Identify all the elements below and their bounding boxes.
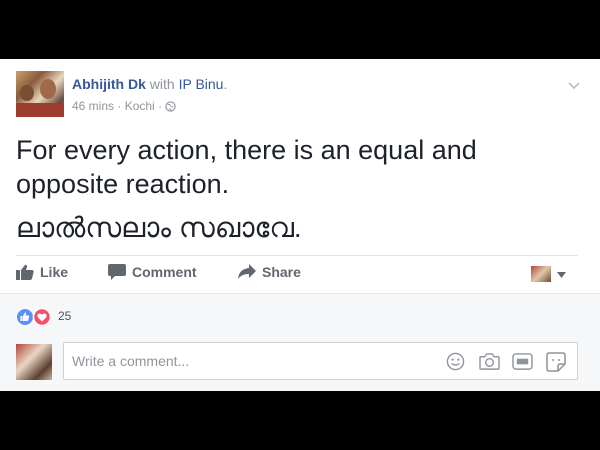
post-meta: 46 mins · Kochi ·	[72, 99, 177, 115]
thumbs-up-icon	[16, 264, 34, 280]
reaction-count[interactable]: 25	[58, 309, 71, 323]
comment-icon	[108, 264, 126, 280]
share-button[interactable]: Share	[238, 264, 301, 280]
author-name[interactable]: Abhijith Dk	[72, 76, 146, 92]
reactions-and-comments: 25	[0, 293, 600, 391]
post-text-line-2: opposite reaction.	[16, 169, 230, 199]
author-avatar[interactable]	[16, 71, 64, 117]
post-as-selector[interactable]	[530, 266, 566, 284]
gif-icon[interactable]	[512, 352, 533, 376]
chevron-down-icon[interactable]	[568, 77, 580, 95]
globe-icon[interactable]	[165, 101, 177, 115]
post-text-line-3: ലാൽസലാം സഖാവേ.	[16, 212, 302, 243]
tagged-user[interactable]: IP Binu	[179, 76, 224, 92]
tagged-suffix: .	[223, 76, 228, 92]
caret-down-icon	[557, 272, 566, 278]
post-card: Abhijith Dk with IP Binu. 46 mins · Koch…	[0, 59, 600, 391]
commenter-avatar	[16, 344, 52, 380]
emoji-icon[interactable]	[446, 352, 465, 376]
with-text: with	[145, 76, 179, 92]
comment-button[interactable]: Comment	[108, 264, 197, 280]
page-avatar	[530, 266, 551, 282]
share-label: Share	[262, 264, 301, 280]
comment-box[interactable]	[63, 342, 578, 380]
post-text-line-1: For every action, there is an equal and	[16, 135, 477, 165]
share-arrow-icon	[238, 264, 256, 279]
meta-separator-1: ·	[114, 99, 125, 113]
comment-label: Comment	[132, 264, 197, 280]
meta-separator-2: ·	[154, 99, 166, 113]
sticker-icon[interactable]	[546, 352, 566, 377]
post-body: For every action, there is an equal and …	[16, 133, 576, 245]
comment-input[interactable]	[70, 352, 404, 370]
love-icon	[32, 307, 52, 327]
reaction-icons[interactable]	[16, 307, 56, 331]
like-label: Like	[40, 264, 69, 280]
camera-icon[interactable]	[479, 352, 500, 376]
like-icon	[16, 308, 34, 326]
like-button[interactable]: Like	[16, 264, 68, 280]
post-time[interactable]: 46 mins	[72, 99, 114, 113]
post-location[interactable]: Kochi	[125, 99, 155, 113]
post-header: Abhijith Dk with IP Binu.	[72, 76, 227, 92]
action-bar: Like Comment Share	[16, 255, 578, 290]
